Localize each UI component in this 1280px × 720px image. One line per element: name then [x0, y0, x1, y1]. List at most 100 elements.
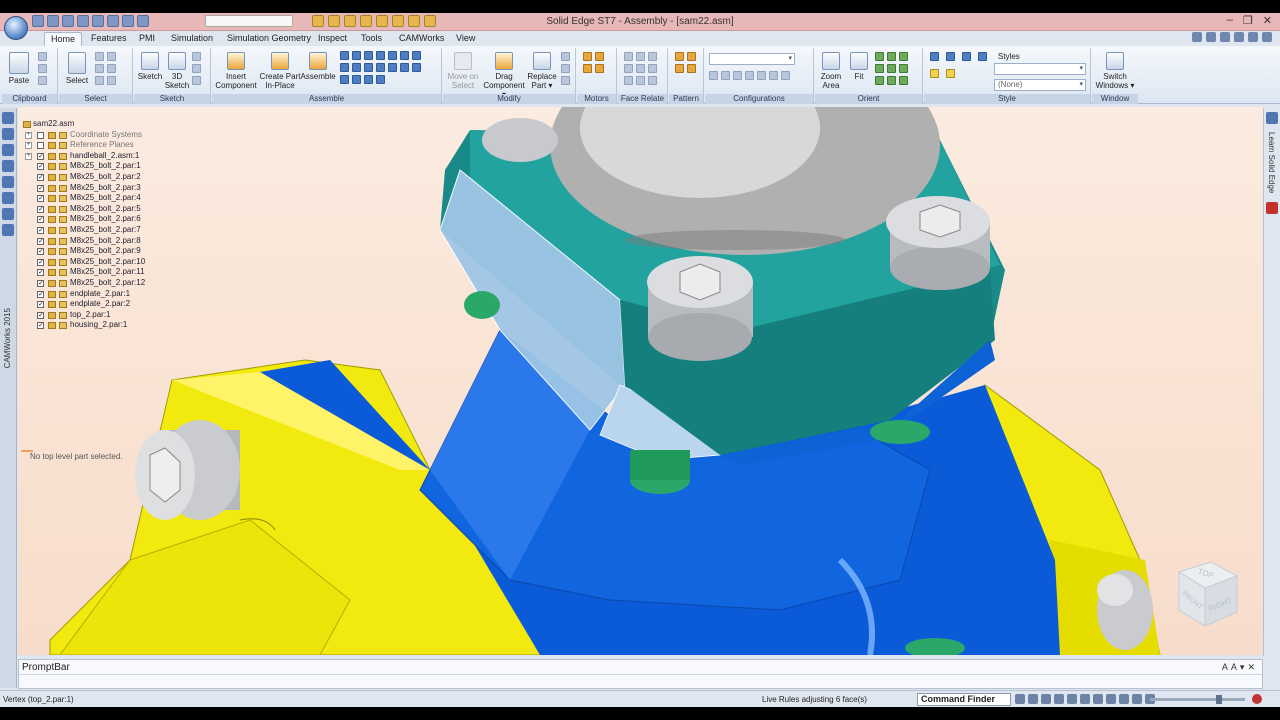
modify-tool-3-icon[interactable] [561, 76, 570, 85]
fit-button[interactable]: Fit [847, 52, 871, 81]
tab-simulation[interactable]: Simulation [165, 32, 219, 46]
expand-icon[interactable]: + [25, 142, 32, 150]
planar-align-icon[interactable] [352, 51, 361, 60]
insert-component-button[interactable]: Insert Component [214, 52, 258, 90]
rotate-status-icon[interactable] [1080, 694, 1090, 704]
stud-left[interactable] [464, 291, 500, 319]
face-perp-icon[interactable] [636, 76, 645, 85]
visibility-checkbox[interactable]: ✓ [37, 248, 44, 256]
face-parallel-icon[interactable] [636, 52, 645, 61]
tree-item[interactable]: ✓ endplate_2.par:2 [21, 299, 181, 310]
visibility-checkbox[interactable]: ✓ [37, 279, 44, 287]
mate-icon[interactable] [340, 51, 349, 60]
cut-icon[interactable] [38, 52, 47, 61]
hidden-icon[interactable] [978, 52, 987, 61]
tangent-icon[interactable] [412, 51, 421, 60]
pattern-3-icon[interactable] [687, 64, 696, 73]
bolt-top-center[interactable] [647, 256, 753, 361]
select-all-icon[interactable] [107, 52, 116, 61]
font-increase-icon[interactable]: A [1222, 662, 1231, 672]
center-plane-icon[interactable] [340, 75, 349, 84]
refresh-icon[interactable] [887, 76, 896, 85]
visibility-checkbox[interactable]: ✓ [37, 237, 44, 245]
tree-item[interactable]: ✓ endplate_2.par:1 [21, 289, 181, 300]
select-box-icon[interactable] [95, 64, 104, 73]
tab-simulation-geometry[interactable]: Simulation Geometry [221, 32, 317, 46]
config-new-icon[interactable] [721, 71, 730, 80]
record-icon[interactable] [1252, 694, 1262, 704]
visibility-checkbox[interactable]: ✓ [37, 322, 44, 330]
expand-icon[interactable]: + [25, 152, 32, 160]
sketch-tool-1-icon[interactable] [192, 52, 201, 61]
tree-item[interactable]: ✓ M8x25_bolt_2.par:9 [21, 246, 181, 257]
configuration-dropdown[interactable] [709, 53, 795, 65]
pathfinder-icon[interactable] [2, 128, 14, 140]
config-display-icon[interactable] [781, 71, 790, 80]
cam-icon[interactable] [340, 63, 349, 72]
flash-fit-icon[interactable] [352, 75, 361, 84]
youtube-icon[interactable] [1266, 202, 1278, 214]
view-override-icon[interactable] [946, 69, 955, 78]
select-invert-icon[interactable] [95, 76, 104, 85]
restore-doc-icon[interactable] [1248, 32, 1258, 42]
tree-item[interactable]: ✓ M8x25_bolt_2.par:5 [21, 204, 181, 215]
config-edit-icon[interactable] [733, 71, 742, 80]
replace-part-button[interactable]: Replace Part ▾ [527, 52, 557, 90]
tab-tools[interactable]: Tools [355, 32, 388, 46]
previous-view-icon[interactable] [875, 76, 884, 85]
bolt-housing-right[interactable] [1097, 570, 1153, 650]
sketch-tool-3-icon[interactable] [192, 76, 201, 85]
insert-rel-icon[interactable] [376, 51, 385, 60]
edgebar-icon[interactable] [2, 112, 14, 124]
bolt-top-right[interactable] [886, 196, 990, 290]
config-save-icon[interactable] [709, 71, 718, 80]
close-icon[interactable]: ✕ [1247, 662, 1258, 672]
visibility-checkbox[interactable]: ✓ [37, 216, 44, 224]
visibility-checkbox[interactable]: ✓ [37, 301, 44, 309]
visibility-checkbox[interactable]: ✓ [37, 311, 44, 319]
ground-icon[interactable] [400, 63, 409, 72]
tab-features[interactable]: Features [85, 32, 133, 46]
tab-inspect[interactable]: Inspect [312, 32, 353, 46]
stud-bottom-2[interactable] [870, 420, 930, 444]
zoom-status-icon[interactable] [1041, 694, 1051, 704]
copy-icon[interactable] [38, 64, 47, 73]
zoom-area-button[interactable]: Zoom Area [818, 52, 844, 90]
sketch-button[interactable]: Sketch [137, 52, 163, 81]
config-show-icon[interactable] [769, 71, 778, 80]
tree-item[interactable]: ✓ M8x25_bolt_2.par:2 [21, 172, 181, 183]
switch-windows-button[interactable]: Switch Windows ▾ [1094, 52, 1136, 90]
style-dropdown-1[interactable] [994, 63, 1086, 75]
gear-rel-icon[interactable] [352, 63, 361, 72]
tree-item[interactable]: ✓ M8x25_bolt_2.par:6 [21, 214, 181, 225]
style-dropdown-2[interactable]: (None) [994, 79, 1086, 91]
visibility-checkbox[interactable]: ✓ [37, 258, 44, 266]
face-horizontal-icon[interactable] [648, 76, 657, 85]
bolt-housing-left[interactable] [135, 420, 240, 520]
visibility-checkbox[interactable] [37, 142, 44, 150]
go-icon[interactable] [1015, 694, 1025, 704]
tree-item[interactable]: ✓ M8x25_bolt_2.par:1 [21, 161, 181, 172]
config-delete-icon[interactable] [745, 71, 754, 80]
visibility-checkbox[interactable]: ✓ [37, 290, 44, 298]
sensors-icon[interactable] [2, 176, 14, 188]
zoom-area-status-icon[interactable] [1028, 694, 1038, 704]
close-icon[interactable]: ✕ [1263, 14, 1272, 27]
visibility-checkbox[interactable]: ✓ [37, 195, 44, 203]
path-icon[interactable] [412, 63, 421, 72]
views-icon[interactable] [899, 64, 908, 73]
application-button[interactable] [4, 16, 28, 40]
spin-icon[interactable] [875, 64, 884, 73]
tree-root[interactable]: sam22.asm [21, 119, 181, 130]
layers-icon[interactable] [2, 144, 14, 156]
face-coplanar-icon[interactable] [624, 52, 633, 61]
tree-item[interactable]: + Coordinate Systems [21, 130, 181, 141]
tree-item[interactable]: ✓ M8x25_bolt_2.par:11 [21, 267, 181, 278]
tree-item[interactable]: ✓ M8x25_bolt_2.par:7 [21, 225, 181, 236]
options-icon[interactable] [1220, 32, 1230, 42]
part-color-icon[interactable] [930, 69, 939, 78]
axial-align-icon[interactable] [364, 51, 373, 60]
move-on-select-button[interactable]: Move on Select [445, 52, 481, 90]
visibility-checkbox[interactable]: ✓ [37, 163, 44, 171]
pattern-icon[interactable] [675, 52, 684, 61]
